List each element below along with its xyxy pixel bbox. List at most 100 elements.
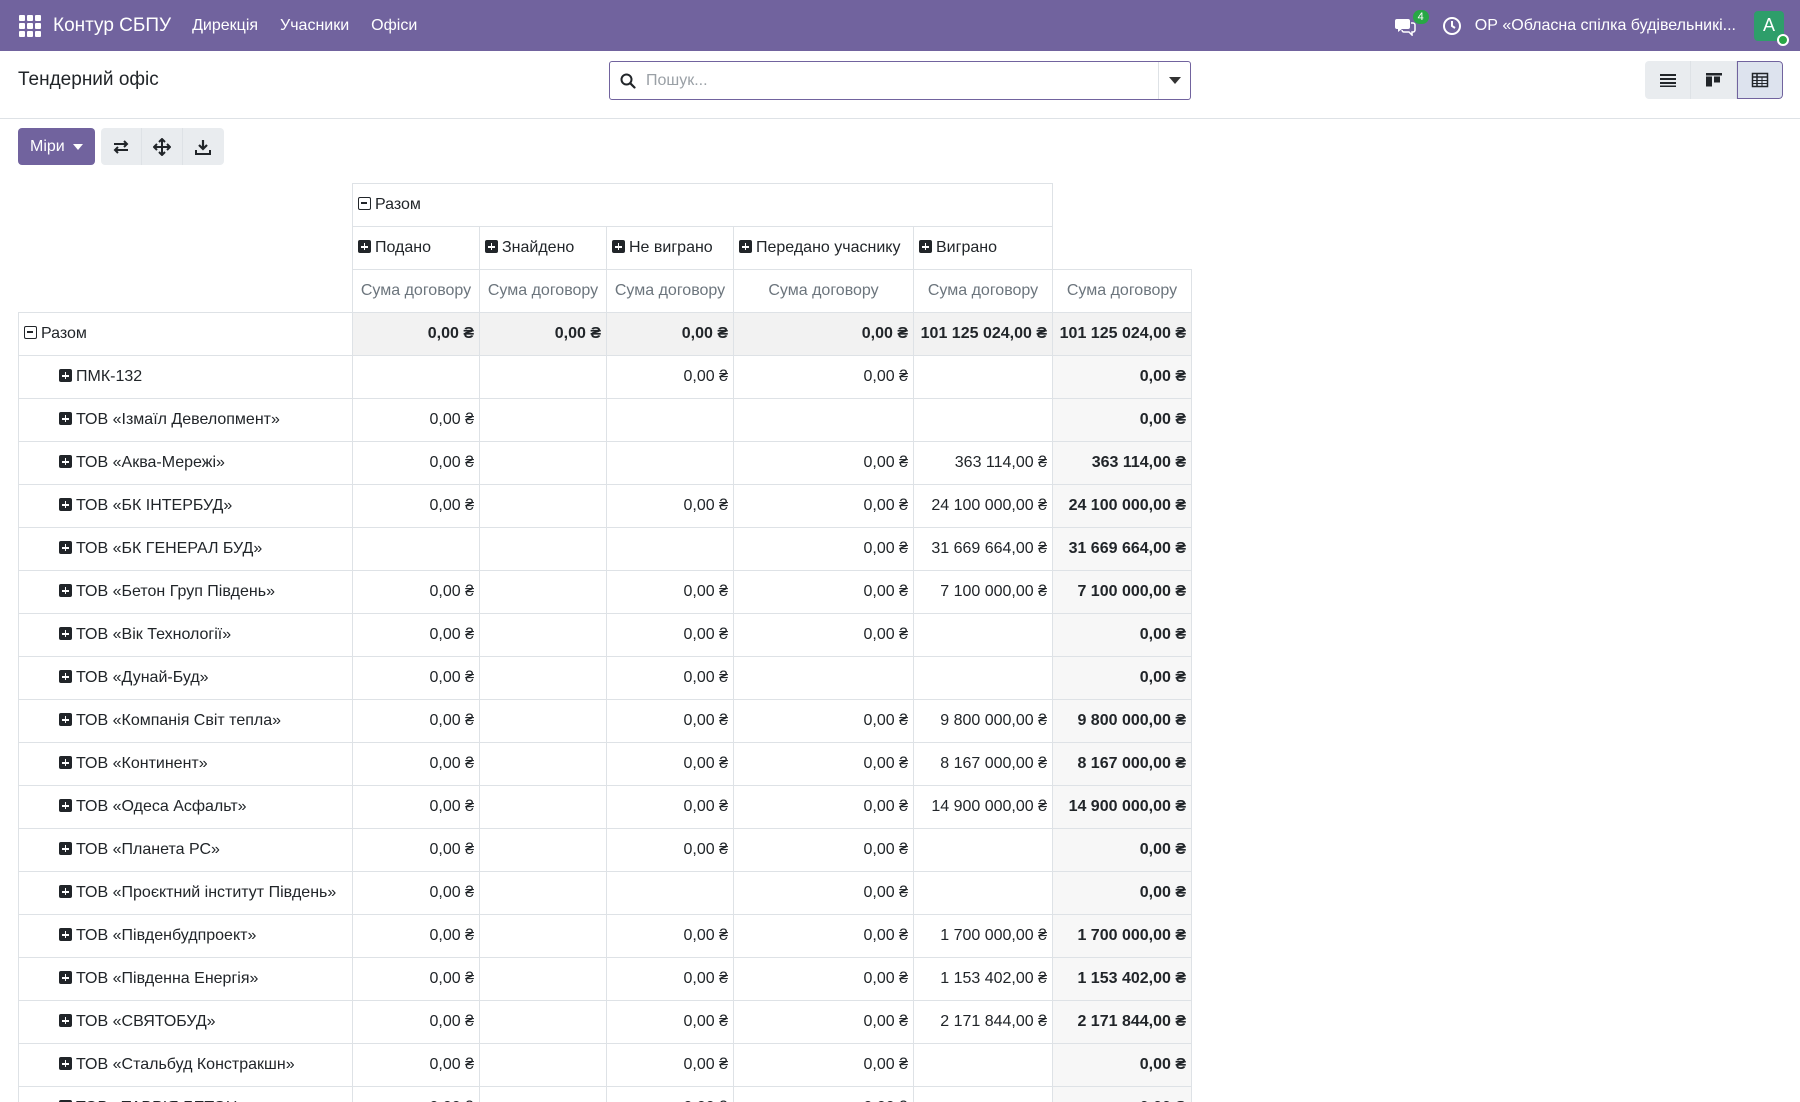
- cell-value[interactable]: 0,00 ₴: [352, 742, 480, 786]
- row-header[interactable]: ТОВ «БК ГЕНЕРАЛ БУД»: [18, 527, 353, 571]
- cell-value[interactable]: 14 900 000,00 ₴: [1052, 785, 1192, 829]
- cell-value[interactable]: 0,00 ₴: [733, 785, 914, 829]
- cell-value[interactable]: [352, 527, 480, 571]
- cell-value[interactable]: [479, 1000, 607, 1044]
- cell-value[interactable]: 0,00 ₴: [733, 828, 914, 872]
- cell-value[interactable]: 0,00 ₴: [1052, 355, 1192, 399]
- cell-value[interactable]: 0,00 ₴: [352, 785, 480, 829]
- cell-value[interactable]: 0,00 ₴: [606, 312, 734, 356]
- pivot-view-button[interactable]: [1737, 61, 1783, 99]
- cell-value[interactable]: 0,00 ₴: [606, 355, 734, 399]
- row-header[interactable]: ТОВ «ТАВРІЯ БЕТОН»: [18, 1086, 353, 1102]
- cell-value[interactable]: 363 114,00 ₴: [1052, 441, 1192, 485]
- cell-value[interactable]: [913, 1043, 1053, 1087]
- search-input[interactable]: [646, 71, 1158, 90]
- cell-value[interactable]: 1 153 402,00 ₴: [913, 957, 1053, 1001]
- cell-value[interactable]: 0,00 ₴: [733, 871, 914, 915]
- cell-value[interactable]: [479, 398, 607, 442]
- cell-value[interactable]: [479, 914, 607, 958]
- cell-value[interactable]: 0,00 ₴: [733, 699, 914, 743]
- row-header[interactable]: ТОВ «Континент»: [18, 742, 353, 786]
- row-header[interactable]: ТОВ «Одеса Асфальт»: [18, 785, 353, 829]
- cell-value[interactable]: 0,00 ₴: [606, 1086, 734, 1102]
- row-header[interactable]: ТОВ «Ізмаїл Девелопмент»: [18, 398, 353, 442]
- cell-value[interactable]: 8 167 000,00 ₴: [1052, 742, 1192, 786]
- cell-value[interactable]: 31 669 664,00 ₴: [1052, 527, 1192, 571]
- measure-header[interactable]: Сума договору: [1052, 269, 1192, 313]
- cell-value[interactable]: [479, 527, 607, 571]
- cell-value[interactable]: 0,00 ₴: [352, 828, 480, 872]
- cell-value[interactable]: [479, 441, 607, 485]
- cell-value[interactable]: 0,00 ₴: [733, 1043, 914, 1087]
- row-header[interactable]: ТОВ «Компанія Світ тепла»: [18, 699, 353, 743]
- cell-value[interactable]: 0,00 ₴: [352, 398, 480, 442]
- cell-value[interactable]: [913, 828, 1053, 872]
- cell-value[interactable]: [479, 742, 607, 786]
- cell-value[interactable]: 0,00 ₴: [606, 742, 734, 786]
- cell-value[interactable]: 0,00 ₴: [733, 484, 914, 528]
- cell-value[interactable]: 9 800 000,00 ₴: [1052, 699, 1192, 743]
- row-header[interactable]: ТОВ «Дунай-Буд»: [18, 656, 353, 700]
- cell-value[interactable]: 363 114,00 ₴: [913, 441, 1053, 485]
- measure-header[interactable]: Сума договору: [479, 269, 607, 313]
- cell-value[interactable]: [479, 355, 607, 399]
- cell-value[interactable]: 0,00 ₴: [352, 871, 480, 915]
- cell-value[interactable]: 0,00 ₴: [352, 613, 480, 657]
- cell-value[interactable]: [733, 398, 914, 442]
- cell-value[interactable]: 0,00 ₴: [1052, 828, 1192, 872]
- cell-value[interactable]: [479, 871, 607, 915]
- cell-value[interactable]: 0,00 ₴: [606, 785, 734, 829]
- cell-value[interactable]: 101 125 024,00 ₴: [913, 312, 1053, 356]
- user-avatar[interactable]: A: [1754, 10, 1789, 46]
- menu-item-offices[interactable]: Офіси: [360, 17, 428, 35]
- cell-value[interactable]: 24 100 000,00 ₴: [913, 484, 1053, 528]
- cell-value[interactable]: 0,00 ₴: [352, 957, 480, 1001]
- row-header[interactable]: ТОВ «Південна Енергія»: [18, 957, 353, 1001]
- cell-value[interactable]: [479, 957, 607, 1001]
- cell-value[interactable]: 0,00 ₴: [352, 1000, 480, 1044]
- cell-value[interactable]: [913, 871, 1053, 915]
- cell-value[interactable]: 0,00 ₴: [606, 1000, 734, 1044]
- cell-value[interactable]: 0,00 ₴: [733, 742, 914, 786]
- cell-value[interactable]: 0,00 ₴: [352, 570, 480, 614]
- cell-value[interactable]: 0,00 ₴: [352, 1086, 480, 1102]
- cell-value[interactable]: 0,00 ₴: [1052, 398, 1192, 442]
- cell-value[interactable]: 0,00 ₴: [733, 570, 914, 614]
- cell-value[interactable]: [352, 355, 480, 399]
- activity-button[interactable]: [1441, 15, 1463, 37]
- cell-value[interactable]: 24 100 000,00 ₴: [1052, 484, 1192, 528]
- cell-value[interactable]: 14 900 000,00 ₴: [913, 785, 1053, 829]
- cell-value[interactable]: 0,00 ₴: [733, 441, 914, 485]
- download-button[interactable]: [183, 128, 224, 165]
- cell-value[interactable]: 0,00 ₴: [606, 699, 734, 743]
- measures-dropdown-button[interactable]: Міри: [18, 128, 95, 165]
- kanban-view-button[interactable]: [1691, 61, 1737, 99]
- cell-value[interactable]: 7 100 000,00 ₴: [913, 570, 1053, 614]
- cell-value[interactable]: 0,00 ₴: [352, 312, 480, 356]
- cell-value[interactable]: [479, 570, 607, 614]
- measure-header[interactable]: Сума договору: [733, 269, 914, 313]
- cell-value[interactable]: [479, 656, 607, 700]
- row-header[interactable]: ТОВ «Проєктний інститут Південь»: [18, 871, 353, 915]
- menu-item-participants[interactable]: Учасники: [269, 17, 360, 35]
- cell-value[interactable]: [479, 699, 607, 743]
- cell-value[interactable]: 1 153 402,00 ₴: [1052, 957, 1192, 1001]
- measure-header[interactable]: Сума договору: [913, 269, 1053, 313]
- cell-value[interactable]: 0,00 ₴: [606, 828, 734, 872]
- cell-value[interactable]: 0,00 ₴: [352, 914, 480, 958]
- cell-value[interactable]: 0,00 ₴: [1052, 871, 1192, 915]
- cell-value[interactable]: 0,00 ₴: [733, 1086, 914, 1102]
- row-header[interactable]: ПМК-132: [18, 355, 353, 399]
- list-view-button[interactable]: [1645, 61, 1691, 99]
- cell-value[interactable]: [913, 398, 1053, 442]
- cell-value[interactable]: 0,00 ₴: [352, 699, 480, 743]
- row-header[interactable]: ТОВ «СВЯТОБУД»: [18, 1000, 353, 1044]
- cell-value[interactable]: 0,00 ₴: [606, 914, 734, 958]
- cell-value[interactable]: 101 125 024,00 ₴: [1052, 312, 1192, 356]
- cell-value[interactable]: 1 700 000,00 ₴: [1052, 914, 1192, 958]
- cell-value[interactable]: 0,00 ₴: [733, 527, 914, 571]
- row-header[interactable]: ТОВ «БК ІНТЕРБУД»: [18, 484, 353, 528]
- cell-value[interactable]: 0,00 ₴: [1052, 656, 1192, 700]
- cell-value[interactable]: 0,00 ₴: [479, 312, 607, 356]
- flip-axis-button[interactable]: [101, 128, 142, 165]
